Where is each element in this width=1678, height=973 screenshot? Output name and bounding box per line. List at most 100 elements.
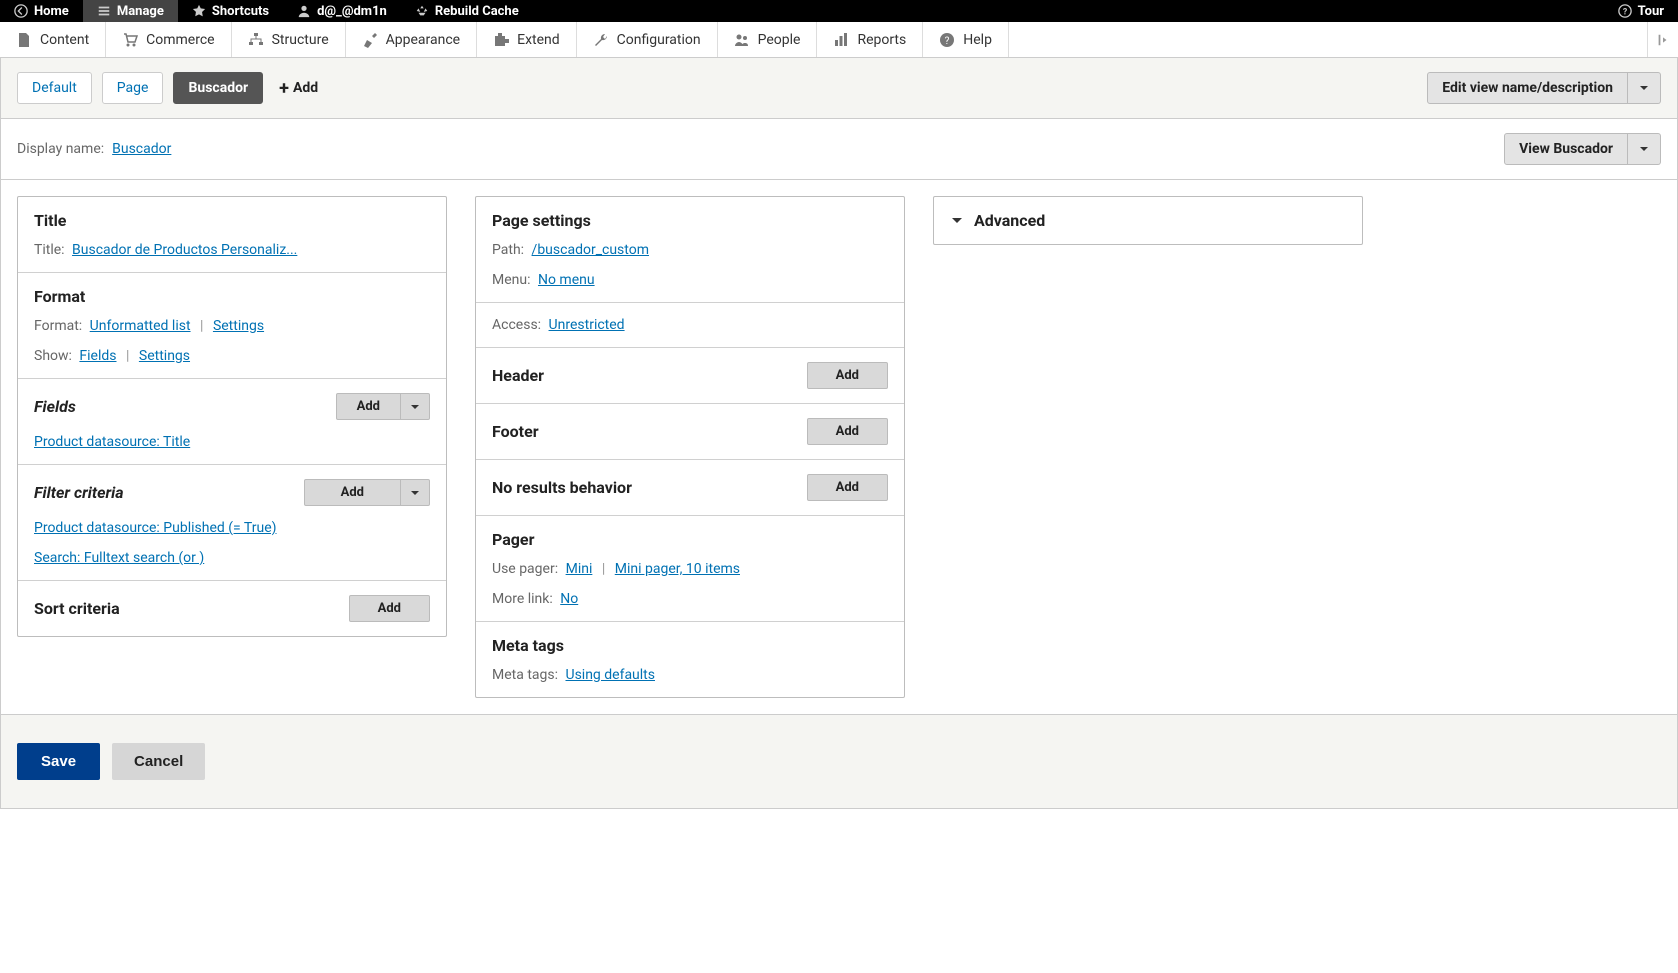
- sort-add-button[interactable]: Add: [349, 595, 430, 622]
- menu-structure[interactable]: Structure: [232, 22, 346, 57]
- filter-add-dropdown[interactable]: [401, 479, 430, 506]
- path-label: Path:: [492, 242, 524, 258]
- menu-configuration[interactable]: Configuration: [577, 22, 718, 57]
- menu-icon: [97, 4, 111, 18]
- help-icon: ?: [1618, 4, 1632, 18]
- chevron-down-icon: [950, 214, 964, 228]
- add-display[interactable]: + Add: [279, 78, 318, 99]
- section-pager: Pager Use pager: Mini | Mini pager, 10 i…: [476, 516, 904, 622]
- menu-reports-label: Reports: [857, 32, 906, 48]
- pager-settings[interactable]: Mini pager, 10 items: [615, 561, 740, 577]
- advanced-toggle[interactable]: Advanced: [933, 196, 1363, 245]
- svg-text:?: ?: [1622, 8, 1627, 18]
- chart-icon: [833, 32, 849, 48]
- edit-view-name-button[interactable]: Edit view name/description: [1427, 72, 1628, 104]
- show-value[interactable]: Fields: [79, 348, 116, 364]
- svg-text:?: ?: [945, 36, 950, 47]
- fields-add-button[interactable]: Add: [336, 393, 401, 420]
- toolbar-user[interactable]: d@_@dm1n: [283, 0, 401, 22]
- field-item[interactable]: Product datasource: Title: [34, 434, 190, 450]
- page: Default Page Buscador + Add Edit view na…: [0, 58, 1678, 809]
- menu-appearance-label: Appearance: [386, 32, 460, 48]
- section-title-heading: Title: [34, 211, 430, 230]
- advanced-heading: Advanced: [974, 211, 1045, 230]
- settings-columns: Title Title: Buscador de Productos Perso…: [1, 180, 1677, 714]
- meta-value[interactable]: Using defaults: [565, 667, 655, 683]
- menu-appearance[interactable]: Appearance: [346, 22, 477, 57]
- menu-content[interactable]: Content: [0, 22, 106, 57]
- section-filter-heading: Filter criteria: [34, 483, 304, 502]
- cart-icon: [122, 32, 138, 48]
- section-fields: Fields Add Product datasource: Title: [18, 379, 446, 465]
- recycle-icon: [415, 4, 429, 18]
- format-label: Format:: [34, 318, 82, 334]
- format-settings[interactable]: Settings: [213, 318, 264, 334]
- more-link-label: More link:: [492, 591, 553, 607]
- format-value[interactable]: Unformatted list: [90, 318, 191, 334]
- noresults-add-button[interactable]: Add: [807, 474, 888, 501]
- menu-help[interactable]: ? Help: [923, 22, 1009, 57]
- filter-item[interactable]: Search: Fulltext search (or ): [34, 550, 204, 566]
- tab-buscador[interactable]: Buscador: [173, 72, 263, 104]
- toolbar-rebuild[interactable]: Rebuild Cache: [401, 0, 533, 22]
- cancel-button[interactable]: Cancel: [112, 743, 205, 780]
- star-icon: [192, 4, 206, 18]
- chevron-down-icon: [1638, 82, 1650, 94]
- puzzle-icon: [493, 32, 509, 48]
- toolbar-shortcuts-label: Shortcuts: [212, 4, 269, 19]
- section-access: Access: Unrestricted: [476, 303, 904, 348]
- toolbar-shortcuts[interactable]: Shortcuts: [178, 0, 283, 22]
- chevron-down-icon: [409, 401, 421, 413]
- display-name-label: Display name:: [17, 141, 104, 157]
- toolbar-tour[interactable]: ? Tour: [1604, 0, 1678, 22]
- chevron-down-icon: [409, 487, 421, 499]
- more-link-value[interactable]: No: [560, 591, 578, 607]
- admin-menu: Content Commerce Structure Appearance Ex…: [0, 22, 1678, 58]
- view-display-dropdown[interactable]: [1628, 133, 1661, 165]
- save-button[interactable]: Save: [17, 743, 100, 780]
- menu-extend[interactable]: Extend: [477, 22, 577, 57]
- edit-view-name-dropdown[interactable]: [1628, 72, 1661, 104]
- section-format-heading: Format: [34, 287, 430, 306]
- file-icon: [16, 32, 32, 48]
- display-name-value[interactable]: Buscador: [112, 141, 171, 157]
- path-value[interactable]: /buscador_custom: [532, 242, 649, 258]
- view-display-button[interactable]: View Buscador: [1504, 133, 1628, 165]
- filter-item[interactable]: Product datasource: Published (= True): [34, 520, 277, 536]
- use-pager-value[interactable]: Mini: [566, 561, 593, 577]
- filter-add-button[interactable]: Add: [304, 479, 401, 506]
- section-pagesettings: Page settings Path: /buscador_custom Men…: [476, 197, 904, 303]
- menu-reports[interactable]: Reports: [817, 22, 923, 57]
- footer-add-button[interactable]: Add: [807, 418, 888, 445]
- toolbar-user-label: d@_@dm1n: [317, 4, 387, 19]
- use-pager-label: Use pager:: [492, 561, 558, 577]
- menu-value[interactable]: No menu: [538, 272, 595, 288]
- section-sort: Sort criteria Add: [18, 581, 446, 636]
- section-pager-heading: Pager: [492, 530, 888, 549]
- add-display-label: Add: [293, 80, 318, 96]
- fields-add-dropdown[interactable]: [401, 393, 430, 420]
- menu-people[interactable]: People: [718, 22, 818, 57]
- brush-icon: [362, 32, 378, 48]
- toolbar-manage[interactable]: Manage: [83, 0, 178, 22]
- menu-extend-label: Extend: [517, 32, 560, 48]
- title-label: Title:: [34, 242, 65, 258]
- toolbar-orientation-toggle[interactable]: [1647, 22, 1678, 57]
- toolbar-rebuild-label: Rebuild Cache: [435, 4, 519, 19]
- show-settings[interactable]: Settings: [139, 348, 190, 364]
- tree-icon: [248, 32, 264, 48]
- menu-help-label: Help: [963, 32, 992, 48]
- title-value[interactable]: Buscador de Productos Personaliz...: [72, 242, 297, 258]
- plus-icon: +: [279, 78, 289, 99]
- left-card: Title Title: Buscador de Productos Perso…: [17, 196, 447, 637]
- section-meta-heading: Meta tags: [492, 636, 888, 655]
- show-label: Show:: [34, 348, 72, 364]
- access-value[interactable]: Unrestricted: [549, 317, 625, 333]
- separator: |: [200, 318, 203, 334]
- tab-default[interactable]: Default: [17, 72, 92, 104]
- section-pagesettings-heading: Page settings: [492, 211, 888, 230]
- tab-page[interactable]: Page: [102, 72, 164, 104]
- toolbar-home[interactable]: Home: [0, 0, 83, 22]
- header-add-button[interactable]: Add: [807, 362, 888, 389]
- menu-commerce[interactable]: Commerce: [106, 22, 231, 57]
